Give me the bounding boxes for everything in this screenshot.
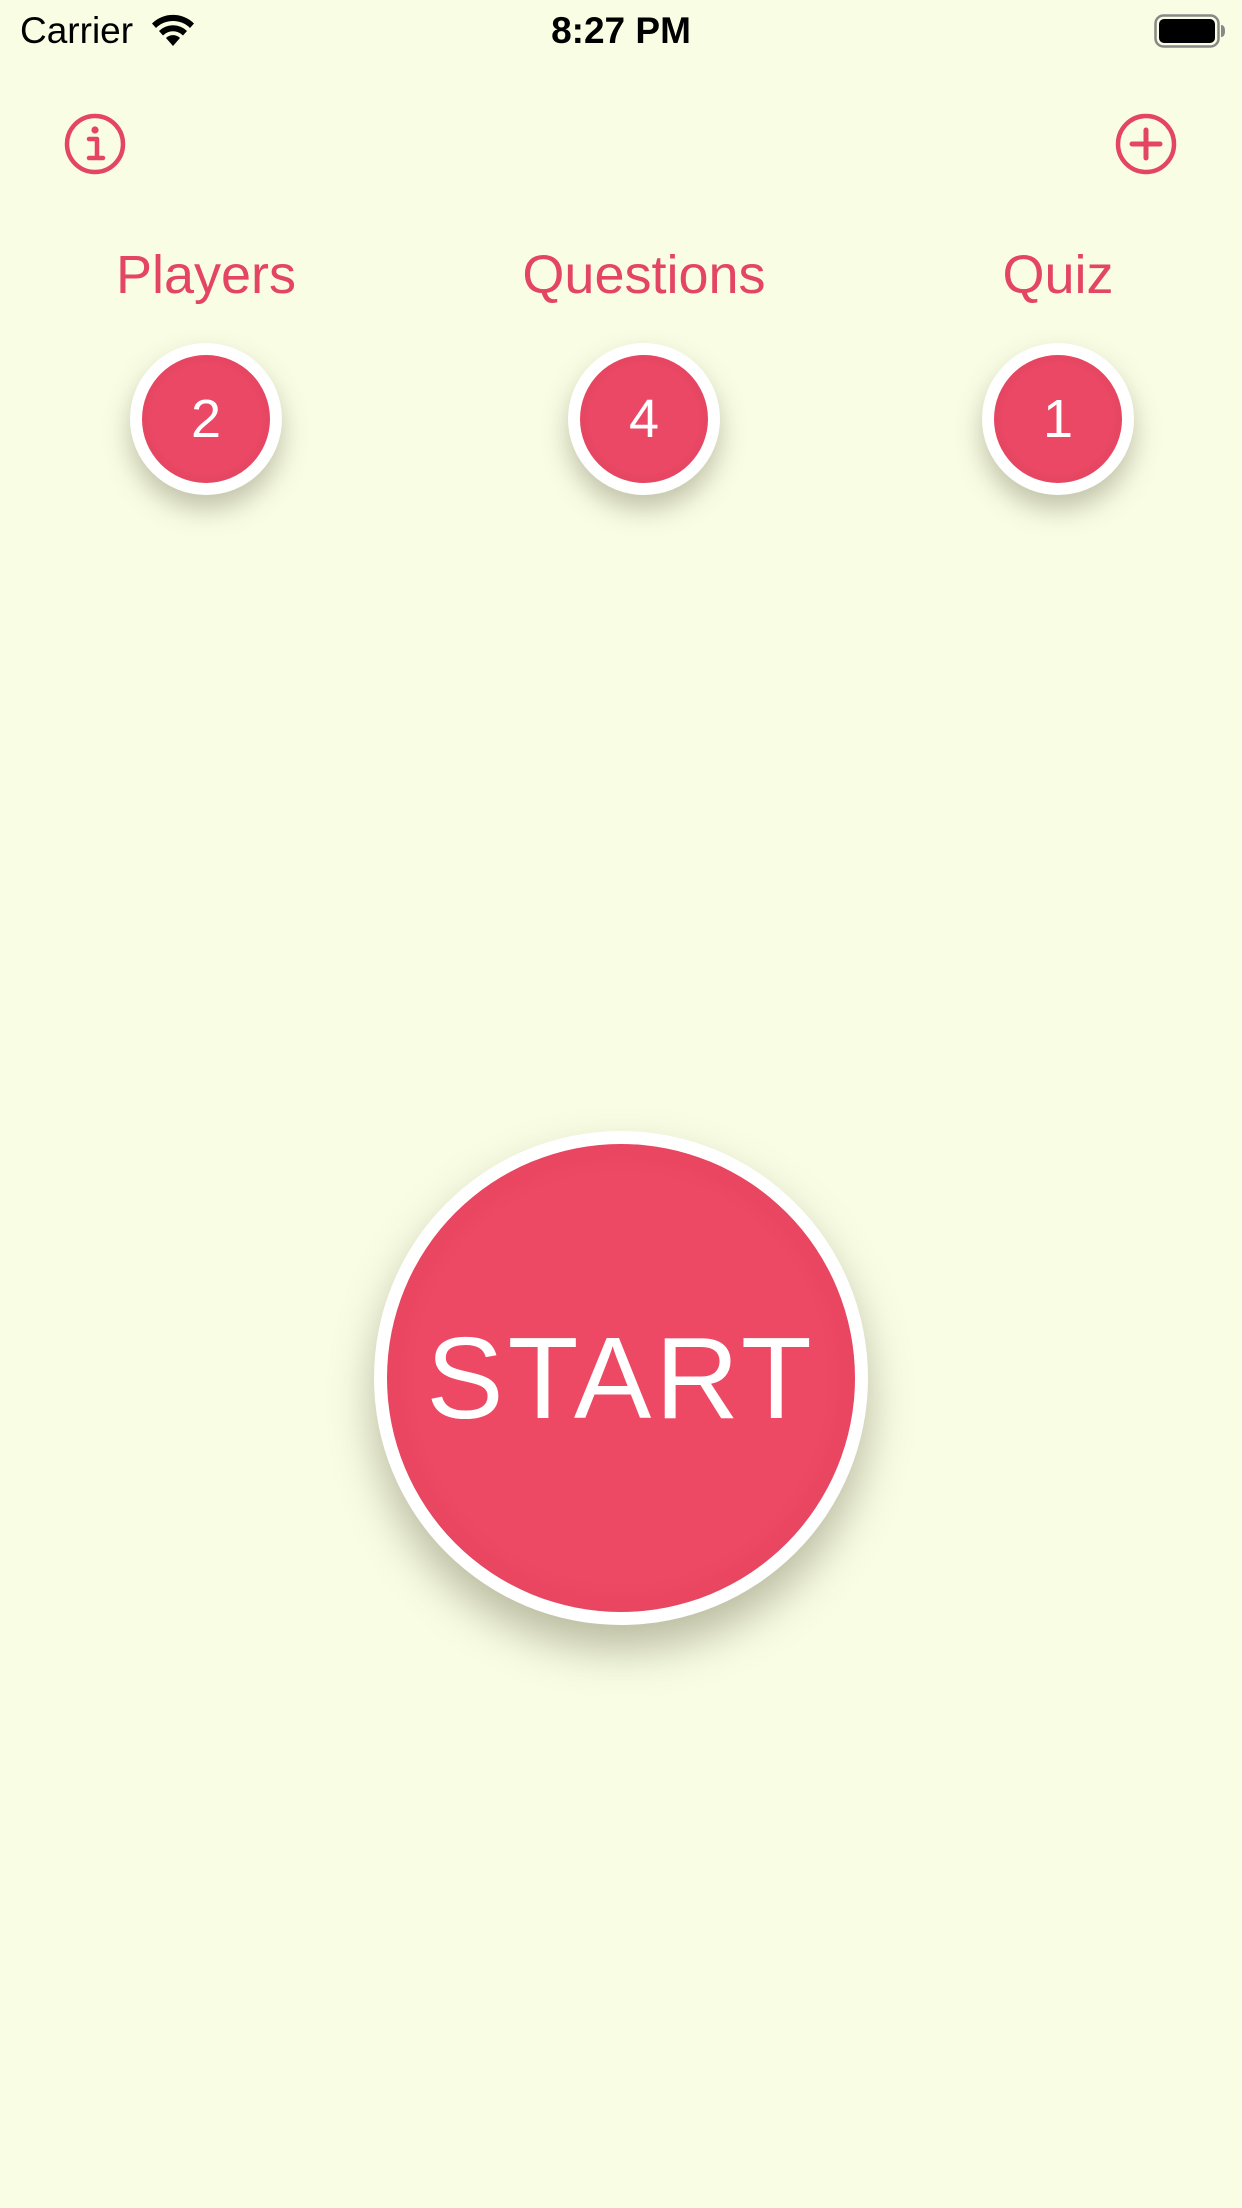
add-button[interactable]: [1114, 112, 1178, 176]
players-column: Players 2: [46, 240, 366, 520]
start-label: START: [426, 1313, 816, 1443]
status-time: 8:27 PM: [551, 10, 691, 51]
info-circle-icon: [64, 113, 126, 175]
status-bar: Carrier 8:27 PM: [0, 0, 1242, 62]
questions-label: Questions: [522, 245, 766, 305]
start-button[interactable]: START: [374, 1131, 868, 1625]
quiz-count-value: 1: [1042, 389, 1074, 449]
players-label: Players: [115, 245, 297, 305]
players-count-button[interactable]: 2: [130, 343, 282, 495]
plus-circle-icon: [1115, 113, 1177, 175]
questions-count-button[interactable]: 4: [568, 343, 720, 495]
questions-column: Questions 4: [484, 240, 804, 520]
info-button[interactable]: [63, 112, 127, 176]
quiz-column: Quiz 1: [898, 240, 1218, 520]
battery-icon: [1154, 14, 1225, 48]
quiz-label: Quiz: [1002, 245, 1114, 305]
quiz-count-button[interactable]: 1: [982, 343, 1134, 495]
questions-count-value: 4: [628, 389, 660, 449]
players-count-value: 2: [190, 389, 222, 449]
